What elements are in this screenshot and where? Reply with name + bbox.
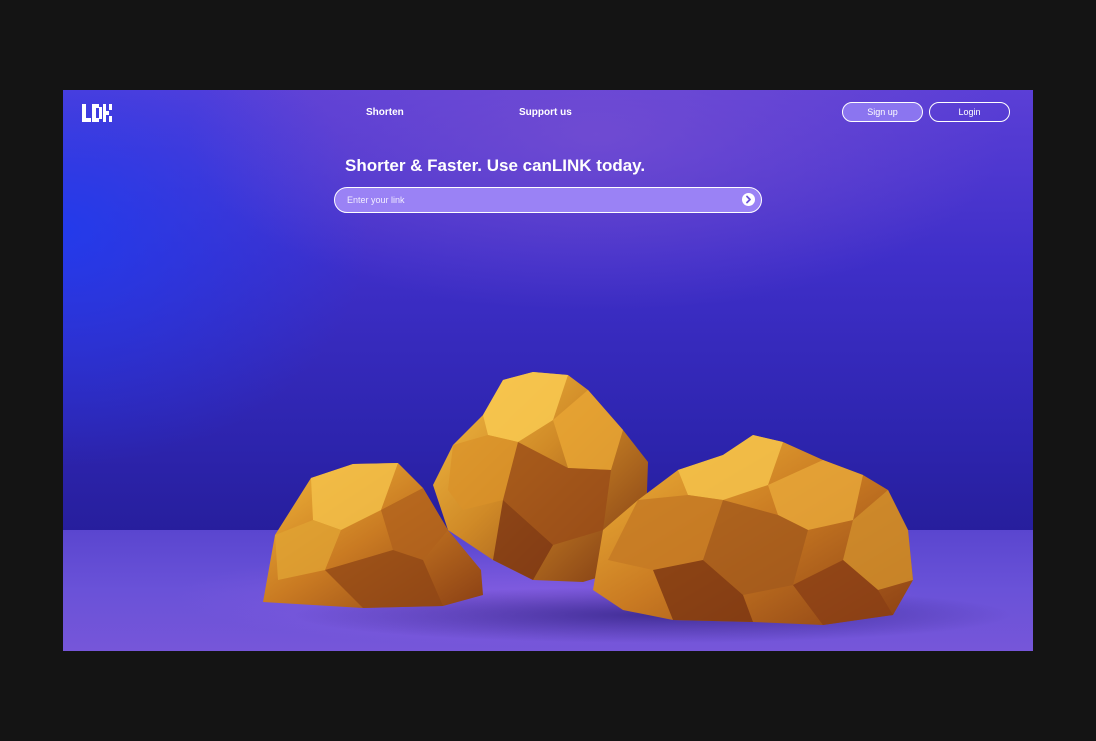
ldk-pixel-logo[interactable] xyxy=(82,104,112,122)
submit-link-button[interactable] xyxy=(742,193,755,206)
nav-support-link[interactable]: Support us xyxy=(519,107,572,118)
login-button[interactable]: Login xyxy=(929,102,1010,122)
signup-button[interactable]: Sign up xyxy=(842,102,923,122)
link-input-bar xyxy=(334,187,762,213)
nav-shorten-link[interactable]: Shorten xyxy=(366,107,404,118)
hero-headline: Shorter & Faster. Use canLINK today. xyxy=(345,156,646,175)
hero-section: Shorten Support us Sign up Login Shorter… xyxy=(63,90,1033,651)
link-input[interactable] xyxy=(347,188,727,211)
chevron-right-circle-icon xyxy=(746,195,751,204)
